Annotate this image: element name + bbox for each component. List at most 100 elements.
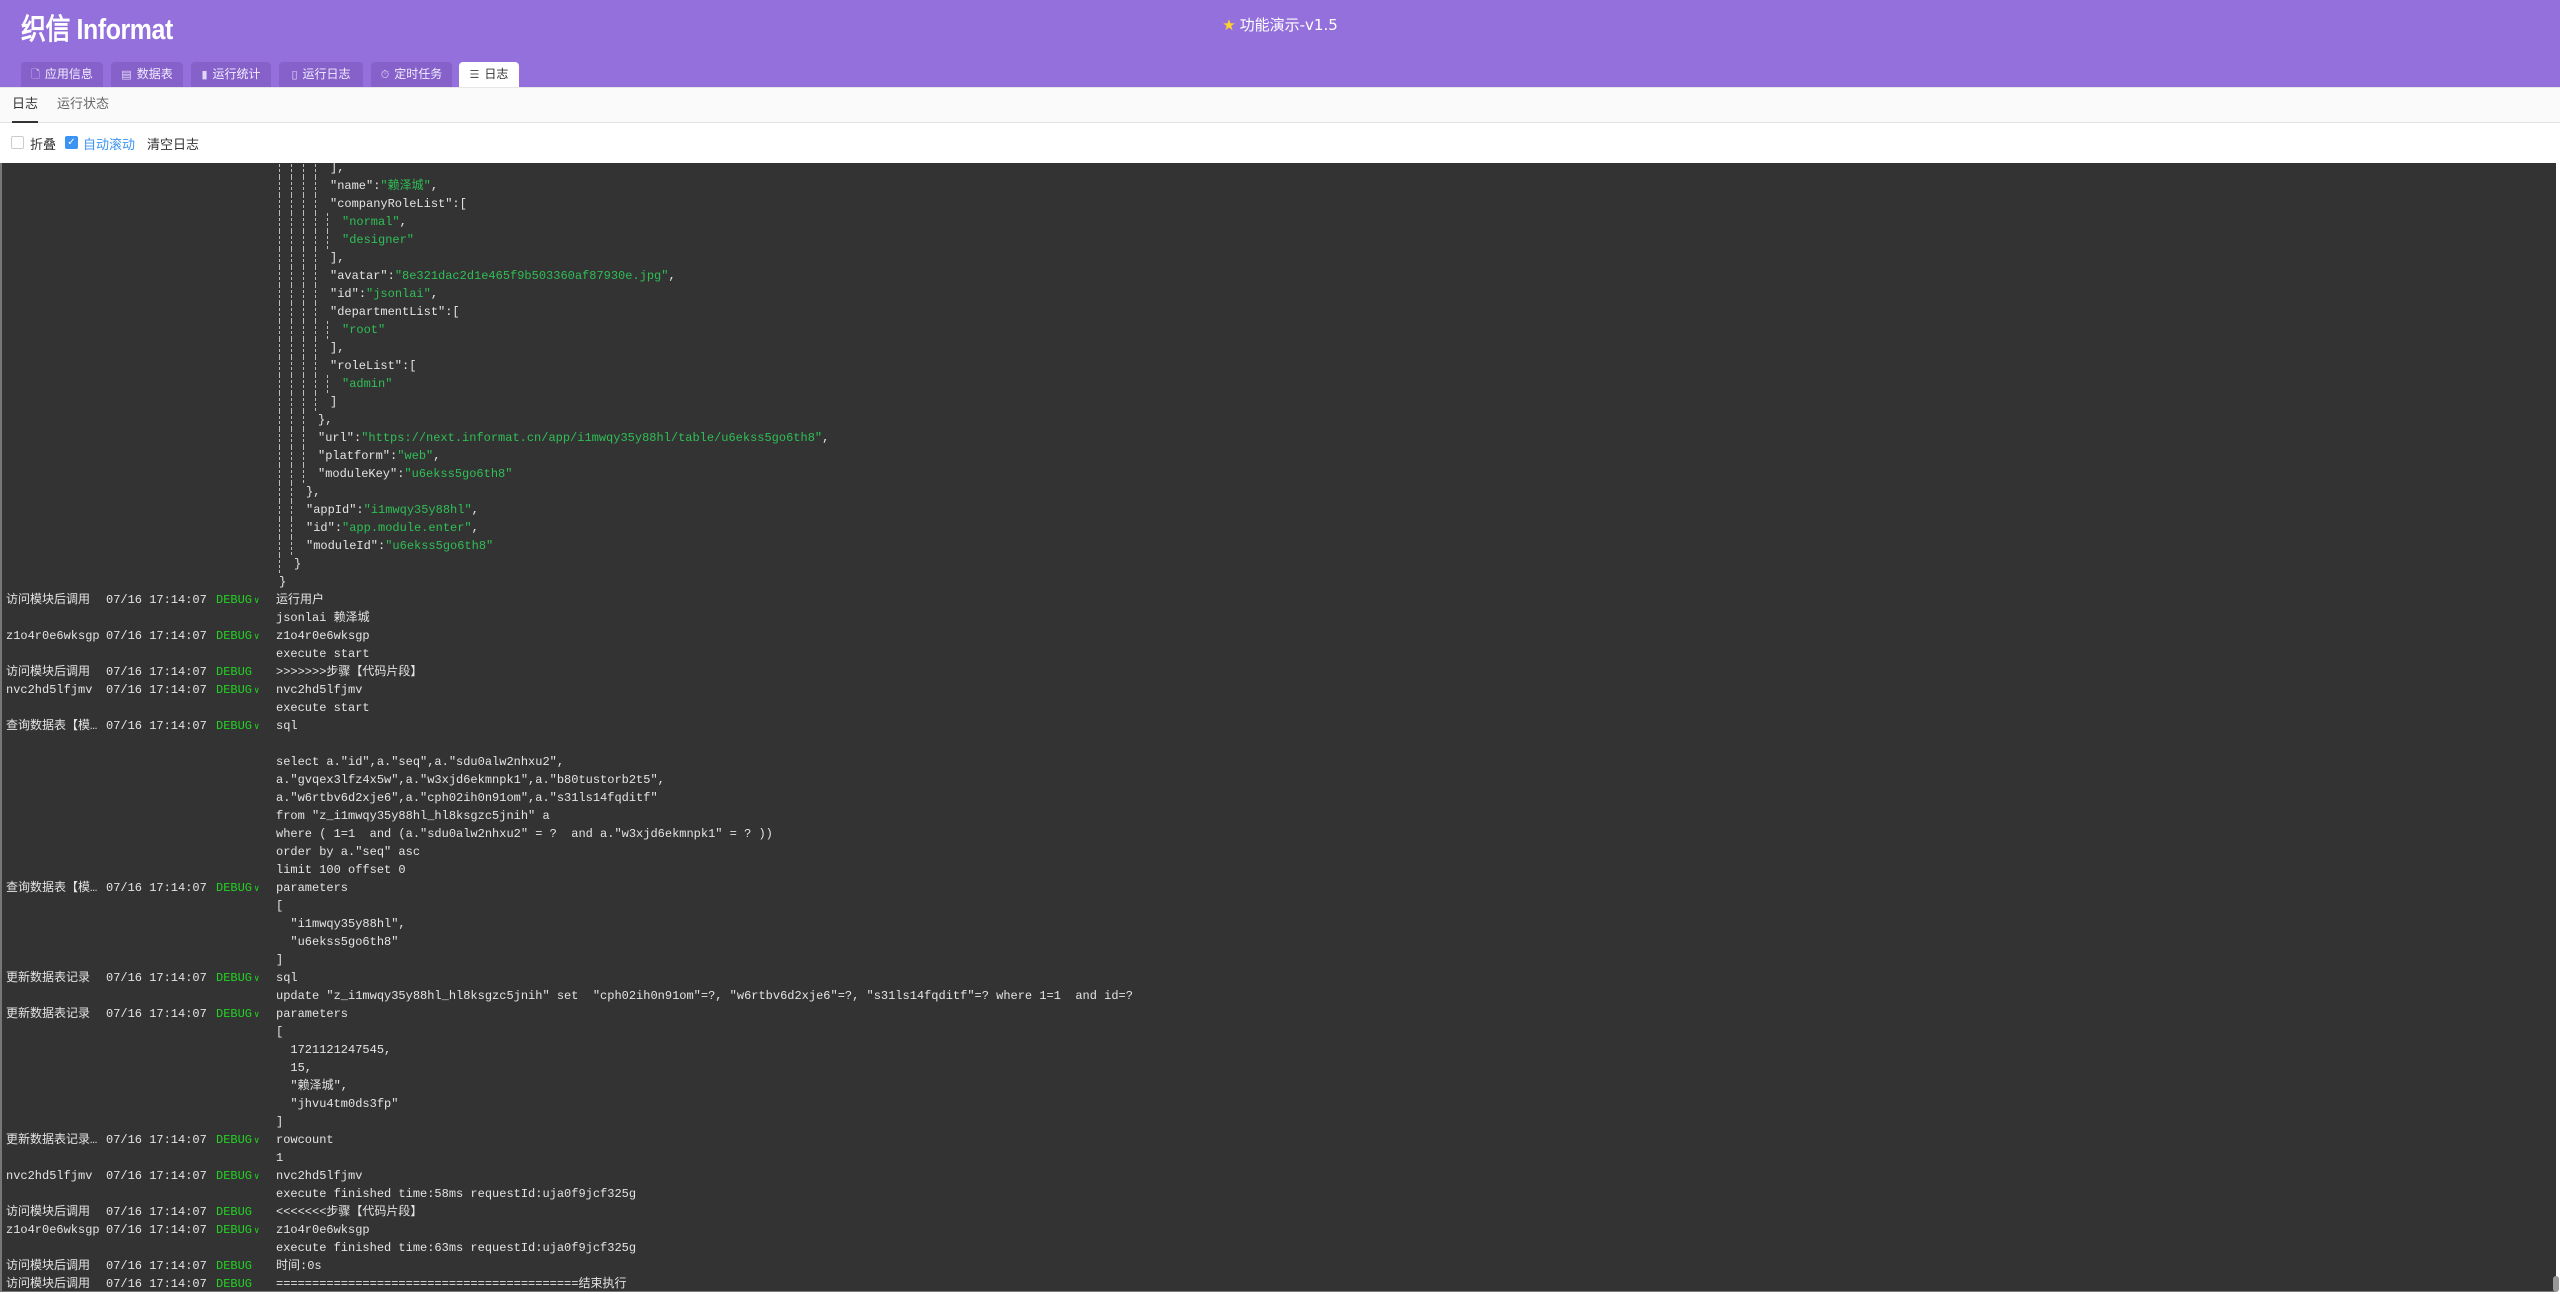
log-entry: 访问模块后调用 07/16 17:14:07 DEBUG <<<<<<<步骤【代码片段…: [2, 1203, 2556, 1221]
json-value: "normal": [342, 215, 400, 229]
log-entry: 访问模块后调用 07/16 17:14:07 DEBUG >>>>>>>步骤【代码片段…: [2, 663, 2556, 681]
chevron-down-icon[interactable]: ∨: [254, 632, 259, 642]
indent-guide: [315, 249, 316, 267]
indent-guide: [279, 249, 280, 267]
chevron-down-icon[interactable]: ∨: [254, 884, 259, 894]
tab-label: 运行日志: [302, 67, 351, 81]
json-punct: ,: [433, 449, 441, 463]
stopwatch-icon: ⏱: [380, 68, 390, 81]
log-level: DEBUG ∨: [216, 591, 259, 610]
indent-guide: [303, 213, 304, 231]
chevron-down-icon[interactable]: ∨: [254, 1010, 259, 1020]
json-line: "admin": [2, 375, 2556, 393]
app-title: ★ 功能演示-v1.5: [0, 14, 2560, 35]
indent-guide: [315, 267, 316, 285]
log-message: >>>>>>>步骤【代码片段】: [276, 665, 423, 679]
log-source: 更新数据表记录: [6, 971, 91, 985]
indent-guide: [303, 163, 304, 177]
autoscroll-label[interactable]: 自动滚动: [83, 134, 135, 153]
tab-2[interactable]: ▮ 运行统计: [191, 62, 271, 87]
indent-guide: [291, 411, 292, 429]
json-text: "companyRoleList":[: [330, 195, 467, 213]
log-time: 07/16 17:14:07: [106, 1223, 207, 1237]
subtab-run-status[interactable]: 运行状态: [57, 88, 109, 123]
chevron-down-icon[interactable]: ∨: [254, 596, 259, 606]
log-level: DEBUG ∨: [216, 717, 259, 736]
indent-guide: [303, 393, 304, 411]
indent-guide: [315, 285, 316, 303]
log-message: execute finished time:63ms requestId:uja…: [276, 1241, 637, 1255]
log-level: DEBUG ∨: [216, 1167, 259, 1186]
log-time: 07/16 17:14:07: [106, 1169, 207, 1183]
clear-log-button[interactable]: 清空日志: [147, 134, 199, 153]
indent-guide: [303, 177, 304, 195]
json-key: "roleList": [330, 359, 403, 373]
json-line: "platform":"web",: [2, 447, 2556, 465]
log-time: 07/16 17:14:07: [106, 881, 207, 895]
tab-0[interactable]: 🗋 应用信息: [21, 62, 103, 87]
log-message: 运行用户: [276, 593, 325, 607]
chevron-down-icon[interactable]: ∨: [254, 686, 259, 696]
json-punct: ]: [330, 395, 338, 409]
json-text: "admin": [342, 375, 392, 393]
indent-guide: [279, 393, 280, 411]
indent-guide: [303, 303, 304, 321]
indent-guide: [315, 375, 316, 393]
chevron-down-icon[interactable]: ∨: [254, 1136, 259, 1146]
log-level: DEBUG ∨: [216, 879, 259, 898]
json-text: ],: [330, 163, 344, 177]
json-key: "appId": [306, 503, 357, 517]
log-console[interactable]: ], "name":"赖泽城", "companyRoleList":["norma…: [0, 163, 2556, 1292]
log-message: ]: [276, 953, 284, 967]
chevron-down-icon[interactable]: ∨: [254, 722, 259, 732]
log-continuation: 1: [2, 1149, 2556, 1167]
chevron-down-icon[interactable]: ∨: [254, 1172, 259, 1182]
tab-5[interactable]: ☰ 日志: [459, 62, 519, 87]
log-level: DEBUG: [216, 1257, 252, 1275]
log-entry: nvc2hd5lfjmv 07/16 17:14:07 DEBUG ∨ nvc2hd5l…: [2, 681, 2556, 699]
json-key: "moduleKey": [318, 467, 398, 481]
tab-4[interactable]: ⏱ 定时任务: [371, 62, 452, 87]
indent-guide: [315, 393, 316, 411]
json-text: }: [294, 555, 301, 573]
log-level-text: DEBUG: [216, 593, 253, 607]
json-line: ],: [2, 163, 2556, 177]
indent-guide: [279, 339, 280, 357]
fold-checkbox[interactable]: [11, 136, 24, 149]
log-message: nvc2hd5lfjmv: [276, 683, 363, 697]
tab-3[interactable]: ▯ 运行日志: [279, 62, 363, 87]
json-line: "id":"app.module.enter",: [2, 519, 2556, 537]
indent-guide: [291, 501, 292, 519]
indent-guide: [303, 465, 304, 483]
log-message: execute start: [276, 701, 370, 715]
log-message: 1721121247545,: [276, 1043, 392, 1057]
log-level-text: DEBUG: [216, 881, 253, 895]
autoscroll-checkbox[interactable]: ✓: [65, 136, 78, 149]
json-value: "https://next.informat.cn/app/i1mwqy35y8…: [361, 431, 823, 445]
json-line: "id":"jsonlai",: [2, 285, 2556, 303]
indent-guide: [291, 303, 292, 321]
chevron-down-icon[interactable]: ∨: [254, 974, 259, 984]
fold-label[interactable]: 折叠: [30, 134, 56, 153]
log-continuation: select a."id",a."seq",a."sdu0alw2nhxu2",: [2, 753, 2556, 771]
indent-guide: [279, 375, 280, 393]
scrollbar-thumb[interactable]: [2553, 1276, 2559, 1292]
json-punct: ],: [330, 163, 345, 175]
json-line: "moduleId":"u6ekss5go6th8": [2, 537, 2556, 555]
log-level: DEBUG ∨: [216, 681, 259, 700]
log-continuation: a."w6rtbv6d2xje6",a."cph02ih0n91om",a."s…: [2, 789, 2556, 807]
indent-guide: [279, 303, 280, 321]
tab-1[interactable]: ▤ 数据表: [111, 62, 183, 87]
subtab-log[interactable]: 日志: [12, 88, 39, 123]
json-punct: },: [318, 413, 333, 427]
json-text: ],: [330, 249, 344, 267]
indent-guide: [279, 285, 280, 303]
chevron-down-icon[interactable]: ∨: [254, 1226, 259, 1236]
json-value: "u6ekss5go6th8": [404, 467, 513, 481]
json-line: "departmentList":[: [2, 303, 2556, 321]
json-line: ],: [2, 339, 2556, 357]
log-time: 07/16 17:14:07: [106, 971, 207, 985]
log-entry: 访问模块后调用 07/16 17:14:07 DEBUG ∨ 运行用户: [2, 591, 2556, 609]
json-text: },: [306, 483, 320, 501]
log-message: 15,: [276, 1061, 313, 1075]
